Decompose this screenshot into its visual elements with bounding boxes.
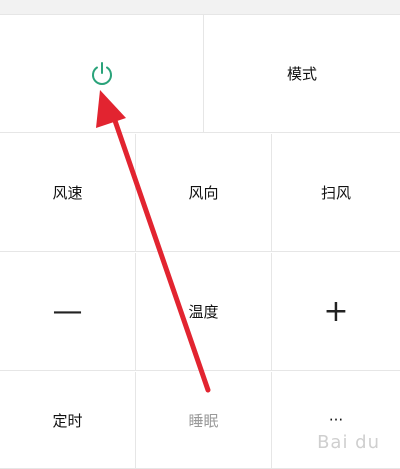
remote-control-grid: 模式 风速 风向 扫风 — 温度 + 定时 睡眠 ··· — [0, 15, 400, 469]
control-row-2: 风速 风向 扫风 — [0, 134, 400, 252]
temperature-decrease-button[interactable]: — — [0, 253, 136, 371]
power-button[interactable] — [0, 15, 204, 133]
temperature-display: 温度 — [136, 253, 272, 371]
mode-label: 模式 — [286, 65, 317, 83]
fan-speed-button[interactable]: 风速 — [0, 134, 136, 252]
timer-label: 定时 — [52, 411, 83, 430]
power-icon — [91, 61, 112, 85]
top-strip — [0, 0, 400, 15]
timer-button[interactable]: 定时 — [0, 372, 136, 469]
wind-direction-label: 风向 — [188, 184, 219, 202]
fan-speed-label: 风速 — [52, 184, 83, 202]
mode-button[interactable]: 模式 — [204, 15, 400, 133]
control-row-3: — 温度 + — [0, 253, 400, 371]
sleep-label: 睡眠 — [188, 411, 219, 430]
wind-direction-button[interactable]: 风向 — [136, 134, 272, 252]
control-row-1: 模式 — [0, 15, 400, 133]
minus-icon: — — [52, 293, 83, 329]
temperature-label: 温度 — [188, 303, 219, 321]
more-button[interactable]: ··· — [272, 372, 400, 469]
control-row-4: 定时 睡眠 ··· — [0, 372, 400, 469]
more-icon: ··· — [328, 411, 344, 429]
watermark-logo: Bai du — [317, 432, 380, 453]
plus-icon: + — [323, 293, 349, 329]
sleep-button[interactable]: 睡眠 — [136, 372, 272, 469]
swing-label: 扫风 — [320, 184, 351, 202]
swing-button[interactable]: 扫风 — [272, 134, 400, 252]
temperature-increase-button[interactable]: + — [272, 253, 400, 371]
